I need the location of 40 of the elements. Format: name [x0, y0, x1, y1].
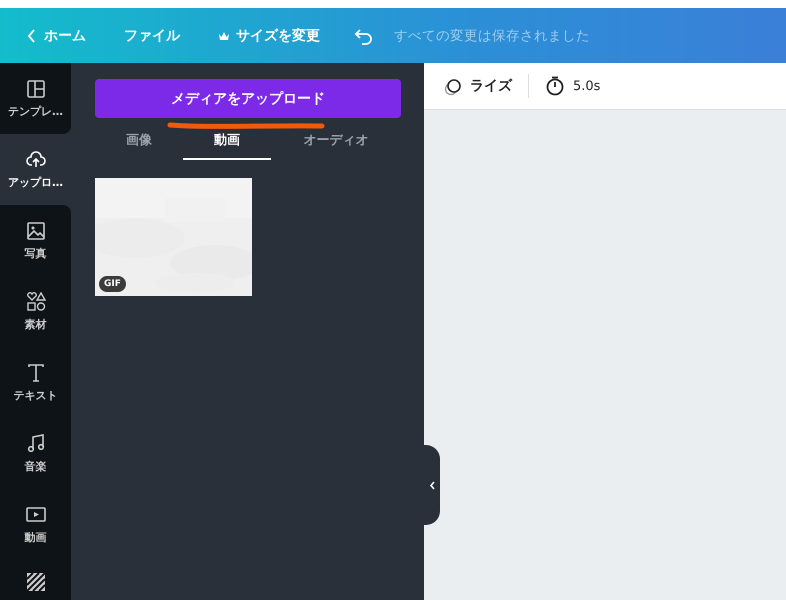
animation-label: ライズ [470, 77, 512, 95]
sidebar-item[interactable] [0, 560, 71, 600]
video-icon [26, 504, 46, 524]
media-tab[interactable]: 動画 [183, 122, 271, 160]
music-note-icon [26, 434, 46, 454]
sidebar-label: 写真 [24, 246, 46, 260]
crown-icon [218, 30, 230, 40]
layout-icon [26, 78, 46, 98]
sidebar-label: 動画 [24, 530, 46, 544]
collapse-handle[interactable] [424, 445, 440, 525]
media-tab[interactable]: 画像 [95, 122, 183, 160]
duration-label: 5.0s [573, 78, 600, 94]
upload-cloud-icon [26, 150, 46, 170]
animation-icon [444, 76, 462, 96]
text-icon [26, 362, 46, 382]
timer-icon [545, 76, 565, 96]
sidebar-label: テキスト [14, 388, 58, 402]
sidebar-label: 素材 [24, 316, 46, 332]
sidebar-item[interactable]: 音楽 [0, 418, 71, 489]
sidebar-item[interactable]: 素材 [0, 276, 71, 347]
sidebar-item[interactable]: テキスト [0, 347, 71, 418]
sidebar-label: テンプレ… [8, 104, 63, 118]
duration-button[interactable]: 5.0s [539, 72, 606, 100]
sidebar-label: アップロ… [8, 174, 63, 190]
sidebar-item[interactable]: テンプレ… [0, 63, 71, 134]
animation-button[interactable]: ライズ [438, 72, 518, 100]
back-chevron-icon [26, 28, 36, 44]
image-icon [26, 220, 46, 240]
sidebar-label: 音楽 [24, 458, 46, 474]
shapes-icon [26, 292, 46, 312]
sidebar-item[interactable]: 動画 [0, 489, 71, 560]
undo-icon [354, 26, 374, 44]
upload-media-button[interactable]: メディアをアップロード [95, 79, 401, 118]
gif-badge: GIF [99, 276, 126, 292]
save-status: すべての変更は保存されました [394, 26, 590, 44]
pattern-icon [26, 572, 46, 592]
sidebar-item[interactable]: 写真 [0, 205, 71, 276]
media-thumbnail[interactable]: GIF [95, 178, 252, 296]
media-tab[interactable]: オーディオ [271, 122, 401, 160]
chevron-left-icon [428, 480, 436, 490]
